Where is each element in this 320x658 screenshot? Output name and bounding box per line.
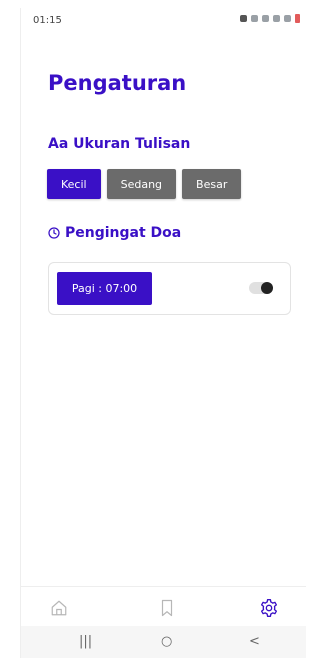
signal-icon — [284, 15, 291, 22]
signal-icon — [273, 15, 280, 22]
system-home-button[interactable]: ○ — [161, 634, 172, 649]
font-size-options: Kecil Sedang Besar — [47, 169, 242, 199]
network-icon — [262, 15, 269, 22]
font-size-medium-button[interactable]: Sedang — [106, 169, 177, 199]
toggle-knob — [261, 282, 273, 294]
reminder-section-title: Pengingat Doa — [48, 225, 181, 241]
recent-apps-button[interactable]: ||| — [79, 634, 92, 649]
battery-icon — [295, 14, 300, 23]
font-size-section-title: Aa Ukuran Tulisan — [48, 136, 191, 152]
home-icon — [51, 600, 67, 616]
reminder-time-button[interactable]: Pagi : 07:00 — [57, 272, 152, 305]
alarm-icon — [240, 15, 247, 22]
nav-bookmark[interactable] — [156, 597, 178, 619]
font-size-small-button[interactable]: Kecil — [47, 169, 101, 199]
font-size-large-button[interactable]: Besar — [182, 169, 242, 199]
nav-home[interactable] — [48, 597, 70, 619]
reminder-card: Pagi : 07:00 — [48, 262, 291, 315]
settings-icon — [261, 599, 277, 617]
system-back-button[interactable]: < — [249, 634, 260, 649]
status-icons — [240, 14, 300, 23]
wifi-icon — [251, 15, 258, 22]
app-screen: 01:15 Pengaturan Aa Ukuran Tulisan Kecil… — [20, 8, 306, 658]
clock-icon — [48, 227, 60, 239]
reminder-toggle[interactable] — [249, 282, 273, 294]
bookmark-icon — [161, 599, 173, 617]
system-navigation-bar: ||| ○ < — [21, 626, 306, 658]
reminder-title: Pengingat Doa — [65, 225, 182, 241]
bottom-navigation — [21, 586, 306, 627]
page-title: Pengaturan — [48, 71, 187, 95]
status-time: 01:15 — [33, 15, 62, 26]
nav-settings[interactable] — [258, 597, 280, 619]
status-bar: 01:15 — [21, 8, 306, 32]
